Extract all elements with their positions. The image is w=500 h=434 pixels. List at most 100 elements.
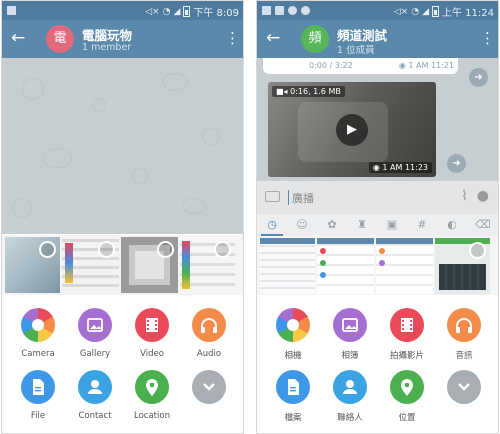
attach-label: Gallery — [79, 349, 111, 359]
recent-photos-strip[interactable] — [257, 236, 498, 295]
attach-label: Camera — [21, 349, 55, 359]
chevron-down-icon — [192, 370, 226, 404]
attach-file[interactable]: File — [8, 370, 68, 421]
photo-thumbnail[interactable] — [435, 238, 490, 294]
mute-icon: ◁× — [393, 6, 409, 17]
wifi-icon: ◔ — [411, 6, 420, 17]
chat-header: ← 頻 頻道測試 1 位成員 ⋮ — [257, 20, 498, 58]
back-arrow-icon[interactable]: ← — [266, 28, 280, 48]
attach-video[interactable]: Video — [122, 308, 182, 359]
video-icon — [390, 308, 424, 342]
attach-label: 拍攝影片 — [389, 351, 424, 361]
attach-icon[interactable]: ⌇ — [461, 188, 468, 204]
headphones-icon — [447, 308, 481, 342]
attach-label: 位置 — [398, 413, 416, 423]
keyboard-icon[interactable] — [265, 191, 280, 202]
photo-thumbnail[interactable] — [62, 237, 119, 293]
avatar[interactable]: 頻 — [301, 25, 329, 53]
file-icon — [276, 370, 310, 404]
smiley-tab-icon[interactable]: ☺ — [295, 218, 309, 232]
attach-label: File — [30, 411, 46, 421]
views-icon: ◉ — [398, 61, 409, 70]
camera-icon: ■◂ — [276, 87, 291, 96]
battery-icon — [183, 6, 191, 17]
status-time: 下午 8:09 — [193, 8, 239, 19]
notification-icon — [262, 6, 271, 15]
attach-camera[interactable]: Camera — [8, 308, 68, 359]
text-cursor — [288, 190, 289, 205]
back-arrow-icon[interactable]: ← — [11, 28, 25, 48]
camera-icon — [276, 308, 310, 342]
chat-subtitle: 1 位成員 — [337, 45, 375, 56]
photo-thumbnail[interactable] — [180, 237, 235, 293]
chevron-down-icon — [447, 370, 481, 404]
attach-location[interactable]: Location — [122, 370, 182, 421]
battery-icon — [432, 6, 439, 17]
nature-tab-icon[interactable]: ✿ — [325, 218, 339, 232]
attach-label: Video — [140, 349, 164, 359]
attach-video[interactable]: 拍攝影片 — [377, 308, 437, 361]
location-icon — [390, 370, 424, 404]
recent-tab-icon[interactable]: ◷ — [265, 218, 279, 232]
status-bar: ◁× ◔ ◢ 下午 8:09 — [2, 1, 243, 20]
attach-label: 檔案 — [284, 413, 302, 423]
photo-thumbnail[interactable] — [121, 237, 178, 293]
emoji-tabs: ◷ ☺ ✿ ♜ ▣ # ◐ ⌫ — [257, 214, 498, 236]
forward-icon[interactable]: ➜ — [469, 68, 488, 87]
message-composer: 廣播 ⌇ ● — [257, 181, 498, 214]
video-duration: ■◂ 0:16, 1.6 MB — [272, 86, 345, 97]
play-icon[interactable]: ▶ — [336, 114, 368, 146]
symbol-tab-icon[interactable]: # — [415, 218, 429, 232]
attach-location[interactable]: 位置 — [377, 370, 437, 423]
chat-background — [2, 58, 243, 234]
attach-contact[interactable]: Contact — [65, 370, 125, 421]
status-time: 上午 11:24 — [442, 8, 494, 19]
food-tab-icon[interactable]: ♜ — [355, 218, 369, 232]
overflow-menu-icon[interactable]: ⋮ — [480, 28, 495, 48]
microphone-icon[interactable]: ● — [477, 188, 489, 204]
video-icon — [135, 308, 169, 342]
camera-icon — [21, 308, 55, 342]
contact-icon — [78, 370, 112, 404]
attach-more[interactable] — [434, 370, 494, 411]
wifi-icon: ◔ — [162, 6, 171, 17]
message-meta: ◉ 1 AM 11:21 — [398, 61, 454, 70]
mute-icon: ◁× — [145, 6, 160, 17]
attach-gallery[interactable]: 相簿 — [320, 308, 380, 361]
backspace-icon[interactable]: ⌫ — [475, 218, 491, 232]
views-icon: ◉ — [372, 163, 383, 172]
attach-camera[interactable]: 相機 — [263, 308, 323, 361]
gallery-notification-icon — [275, 6, 284, 15]
phone-screen-right: ◁× ◔ ◢ 上午 11:24 ← 頻 頻道測試 1 位成員 ⋮ 0:00 / … — [256, 0, 499, 434]
audio-progress: 0:00 / 3:22 — [309, 61, 353, 70]
attach-file[interactable]: 檔案 — [263, 370, 323, 423]
car-tab-icon[interactable]: ▣ — [385, 218, 399, 232]
attach-audio[interactable]: 音訊 — [434, 308, 494, 361]
photo-thumbnail[interactable] — [260, 238, 315, 294]
video-message[interactable]: ■◂ 0:16, 1.6 MB ▶ ◉ 1 AM 11:23 — [268, 82, 436, 177]
attach-audio[interactable]: Audio — [179, 308, 239, 359]
attach-more[interactable] — [179, 370, 239, 411]
contact-icon — [333, 370, 367, 404]
location-icon — [135, 370, 169, 404]
gallery-notification-icon — [7, 6, 16, 15]
photo-thumbnail[interactable] — [376, 238, 433, 294]
object-tab-icon[interactable]: ◐ — [445, 218, 459, 232]
gallery-icon — [333, 308, 367, 342]
photo-thumbnail[interactable] — [317, 238, 374, 294]
notification-icon — [301, 6, 310, 15]
notification-icon — [288, 6, 297, 15]
attach-contact[interactable]: 聯絡人 — [320, 370, 380, 423]
recent-photos-strip[interactable] — [2, 235, 243, 295]
overflow-menu-icon[interactable]: ⋮ — [225, 28, 240, 48]
attach-gallery[interactable]: Gallery — [65, 308, 125, 359]
message-input[interactable]: 廣播 — [292, 190, 314, 206]
chat-messages: 0:00 / 3:22 ◉ 1 AM 11:21 ➜ ■◂ 0:16, 1.6 … — [257, 58, 498, 181]
audio-message[interactable]: 0:00 / 3:22 ◉ 1 AM 11:21 — [263, 58, 458, 74]
phone-screen-left: ◁× ◔ ◢ 下午 8:09 ← 電 電腦玩物 1 member ⋮ Camer… — [1, 0, 244, 434]
forward-icon[interactable]: ➜ — [447, 154, 466, 173]
photo-thumbnail[interactable] — [5, 237, 60, 293]
attach-menu: 相機 相簿 拍攝影片 音訊 檔案 聯絡人 位置 — [257, 295, 498, 433]
avatar[interactable]: 電 — [46, 25, 74, 53]
status-bar: ◁× ◔ ◢ 上午 11:24 — [257, 1, 498, 20]
